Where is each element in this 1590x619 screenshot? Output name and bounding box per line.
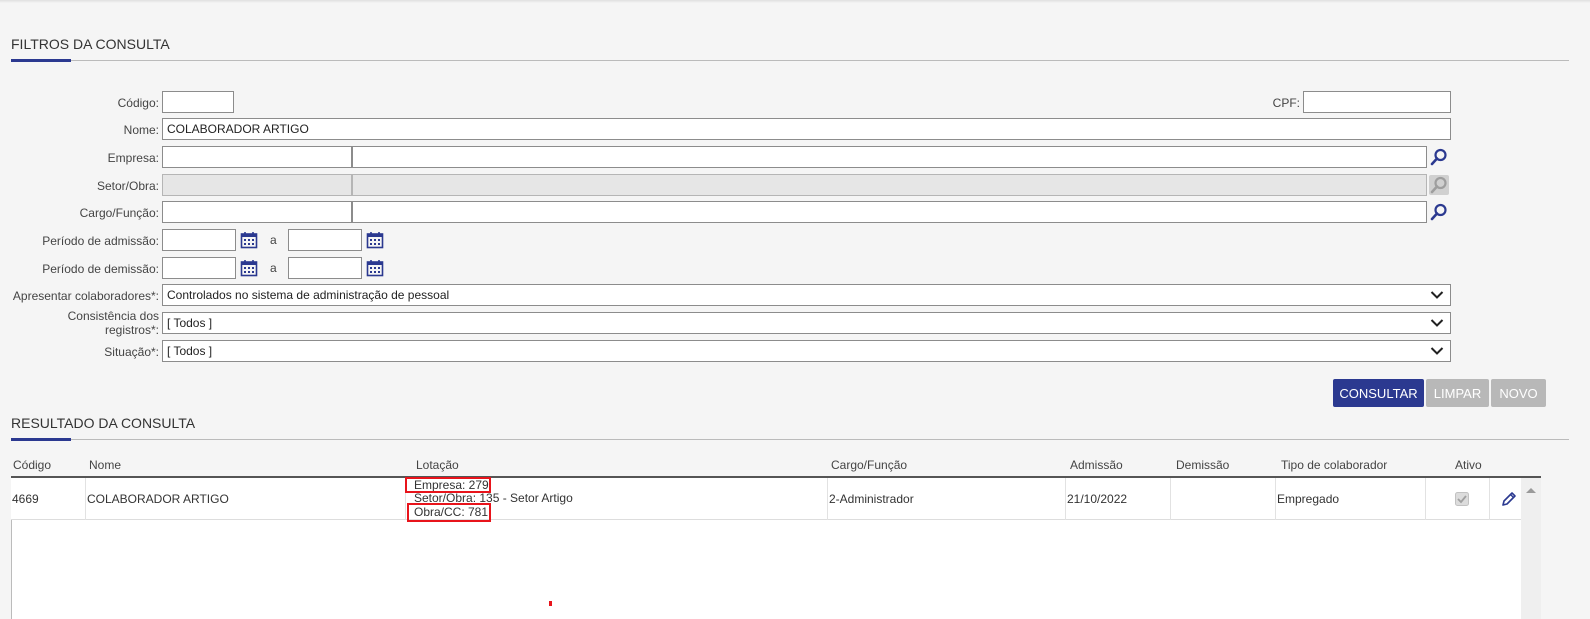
admissao-start-input[interactable] [162,229,236,251]
col-tipo[interactable]: Tipo de colaborador [1281,458,1387,472]
cell-ativo-checkbox [1455,478,1469,520]
situacao-label: Situação*: [104,345,159,359]
demissao-end-input[interactable] [288,257,362,279]
cell-nome: COLABORADOR ARTIGO [87,492,229,506]
chevron-down-icon [1430,291,1444,299]
empresa-search-icon[interactable] [1429,147,1449,167]
scroll-up-icon[interactable] [1521,480,1541,500]
admissao-range-separator: a [270,233,277,247]
demissao-label: Período de demissão: [42,262,159,276]
cpf-label: CPF: [1272,96,1300,110]
demissao-start-calendar-icon[interactable] [239,258,259,278]
nome-input[interactable]: COLABORADOR ARTIGO [162,118,1451,140]
chevron-down-icon [1430,319,1444,327]
filters-title: FILTROS DA CONSULTA [11,36,170,52]
table-scrollbar[interactable] [1521,478,1541,619]
apresentar-label: Apresentar colaboradores*: [12,289,159,303]
cargo-code-input[interactable] [162,201,352,223]
consultar-button[interactable]: CONSULTAR [1333,379,1424,407]
col-codigo[interactable]: Código [13,458,51,472]
cell-tipo: Empregado [1277,492,1340,506]
red-marker [549,601,552,606]
empresa-name-input[interactable] [352,146,1427,168]
setor-label: Setor/Obra: [96,179,159,193]
col-lotacao[interactable]: Lotação [416,458,459,472]
apresentar-select[interactable]: Controlados no sistema de administração … [162,284,1451,306]
admissao-label: Período de admissão: [42,234,159,248]
admissao-start-calendar-icon[interactable] [239,230,259,250]
cargo-label: Cargo/Função: [79,206,159,220]
cell-cargo: 2-Administrador [829,492,914,506]
codigo-input[interactable] [162,91,234,113]
situacao-select[interactable]: [ Todos ] [162,340,1451,362]
consistencia-label-line1: Consistência dos [67,309,159,323]
admissao-end-calendar-icon[interactable] [365,230,385,250]
empresa-code-input[interactable] [162,146,352,168]
cargo-name-input[interactable] [352,201,1427,223]
cargo-search-icon[interactable] [1429,202,1449,222]
nome-label: Nome: [123,123,159,137]
consistencia-label: Consistência dos registros*: [0,309,159,337]
admissao-end-input[interactable] [288,229,362,251]
table-row[interactable]: 4669 COLABORADOR ARTIGO Empresa: 279 Set… [11,477,1521,522]
edit-pencil-icon[interactable] [1501,478,1517,520]
empresa-label: Empresa: [107,151,159,165]
top-shadow [0,0,1590,3]
col-nome[interactable]: Nome [89,458,121,472]
col-admissao[interactable]: Admissão [1070,458,1123,472]
chevron-down-icon [1430,347,1444,355]
highlight-box-obra [407,503,491,522]
demissao-range-separator: a [270,261,277,275]
results-divider [11,438,1569,441]
consistencia-select[interactable]: [ Todos ] [162,312,1451,334]
demissao-end-calendar-icon[interactable] [365,258,385,278]
setor-code-input [162,174,352,196]
novo-button[interactable]: NOVO [1491,379,1546,407]
filters-divider [11,59,1569,62]
col-demissao[interactable]: Demissão [1176,458,1229,472]
situacao-select-value: [ Todos ] [167,344,213,358]
limpar-button[interactable]: LIMPAR [1426,379,1489,407]
setor-name-input [352,174,1427,196]
apresentar-select-value: Controlados no sistema de administração … [167,288,450,302]
results-title: RESULTADO DA CONSULTA [11,415,196,431]
cell-admissao: 21/10/2022 [1067,492,1128,506]
cpf-input[interactable] [1303,91,1451,113]
highlight-box-empresa [405,477,491,493]
col-ativo[interactable]: Ativo [1455,458,1482,472]
demissao-start-input[interactable] [162,257,236,279]
consistencia-select-value: [ Todos ] [167,316,213,330]
cell-codigo: 4669 [12,492,39,506]
col-cargo[interactable]: Cargo/Função [831,458,907,472]
setor-search-icon [1429,175,1449,195]
consistencia-label-line2: registros*: [104,323,159,337]
codigo-label: Código: [117,96,159,110]
